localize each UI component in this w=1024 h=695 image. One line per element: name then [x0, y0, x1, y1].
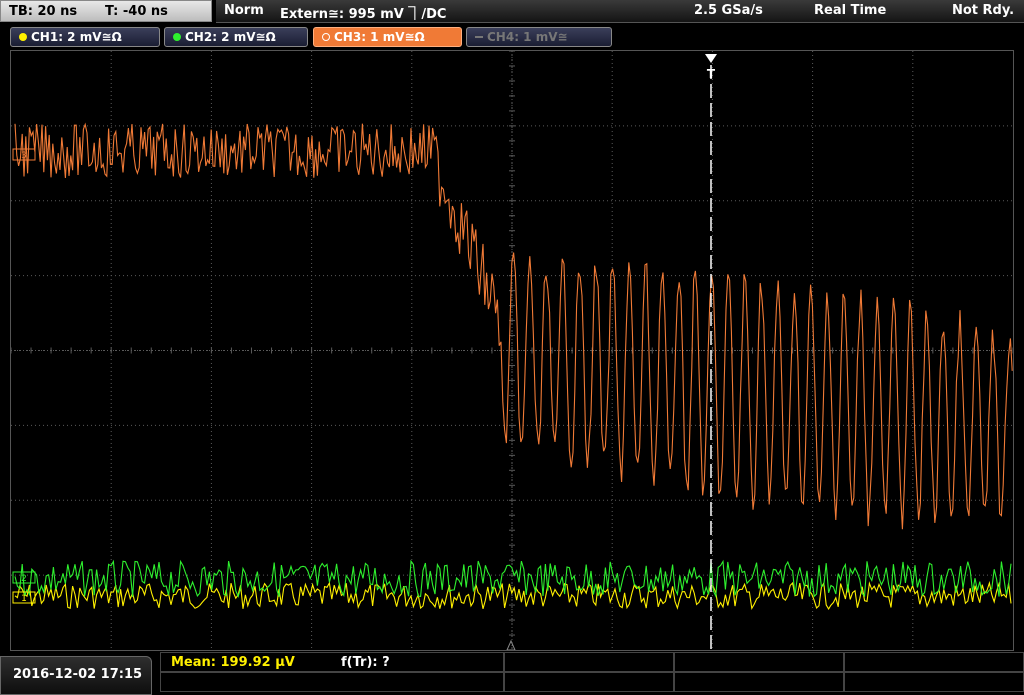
channel-4-label: CH4: 1 mV≅	[487, 30, 568, 44]
waveform-traces	[14, 122, 1013, 611]
timebase-panel[interactable]: TB: 20 ns T: -40 ns	[0, 0, 212, 22]
channel-3-marker-label: 3	[21, 151, 27, 161]
trigger-mode-label: Norm	[224, 3, 264, 18]
acquisition-mode-label: Real Time	[814, 3, 887, 18]
trigger-position-icon[interactable]	[705, 54, 717, 63]
status-bar: TB: 20 ns T: -40 ns Norm Extern≅: 995 mV…	[0, 0, 1024, 24]
measurement-cell-1[interactable]: Mean: 199.92 µV f(Tr): ?	[160, 652, 504, 672]
trigger-panel[interactable]: Norm Extern≅: 995 mV ⏋/DC 2.5 GSa/s Real…	[216, 0, 1024, 23]
datetime-panel: 2016-12-02 17:15	[0, 656, 152, 695]
sample-rate-label: 2.5 GSa/s	[694, 3, 763, 18]
timebase-label: TB: 20 ns	[9, 4, 78, 19]
measurement-cell-5[interactable]	[160, 672, 504, 692]
time-reference-icon	[506, 639, 516, 650]
channel-1-label: CH1: 2 mV≅Ω	[31, 30, 122, 44]
bottom-bar: 2016-12-02 17:15 Mean: 199.92 µV f(Tr): …	[0, 652, 1024, 695]
measurement-cell-7[interactable]	[674, 672, 844, 692]
channel-3-label: CH3: 1 mV≅Ω	[334, 30, 425, 44]
mean-measurement: Mean: 199.92 µV	[171, 655, 295, 670]
channel-4-indicator-icon	[475, 36, 483, 38]
datetime-label: 2016-12-02 17:15	[13, 667, 143, 682]
rise-frequency-measurement: f(Tr): ?	[341, 655, 390, 670]
measurement-cell-3[interactable]	[674, 652, 844, 672]
measurement-cell-2[interactable]	[504, 652, 674, 672]
run-state-label: Not Rdy.	[952, 3, 1015, 18]
channel-2-label: CH2: 2 mV≅Ω	[185, 30, 276, 44]
channel-4-tab[interactable]: CH4: 1 mV≅	[466, 27, 612, 47]
channel-1-marker-label: 1	[21, 594, 27, 604]
waveform-canvas: T 3 2 1	[11, 51, 1013, 650]
measurement-panel[interactable]: Mean: 199.92 µV f(Tr): ?	[160, 652, 1024, 695]
channel-2-indicator-icon	[173, 33, 181, 41]
channel-1-indicator-icon	[19, 33, 27, 41]
channel-2-marker-label: 2	[21, 574, 27, 584]
marker-overlay: T 3 2 1	[12, 54, 717, 650]
channel-1-tab[interactable]: CH1: 2 mV≅Ω	[10, 27, 160, 47]
waveform-display[interactable]: T 3 2 1	[10, 50, 1014, 651]
trigger-time-label: T: -40 ns	[105, 4, 168, 19]
measurement-cell-8[interactable]	[844, 672, 1024, 692]
channel-3-indicator-icon	[322, 33, 330, 41]
measurement-cell-6[interactable]	[504, 672, 674, 692]
measurement-cell-4[interactable]	[844, 652, 1024, 672]
channel-3-trace	[14, 122, 1013, 530]
trigger-source-label: Extern≅: 995 mV ⏋/DC	[280, 7, 447, 22]
channel-2-tab[interactable]: CH2: 2 mV≅Ω	[164, 27, 308, 47]
trigger-label: T	[707, 67, 716, 81]
channel-3-tab[interactable]: CH3: 1 mV≅Ω	[313, 27, 462, 47]
